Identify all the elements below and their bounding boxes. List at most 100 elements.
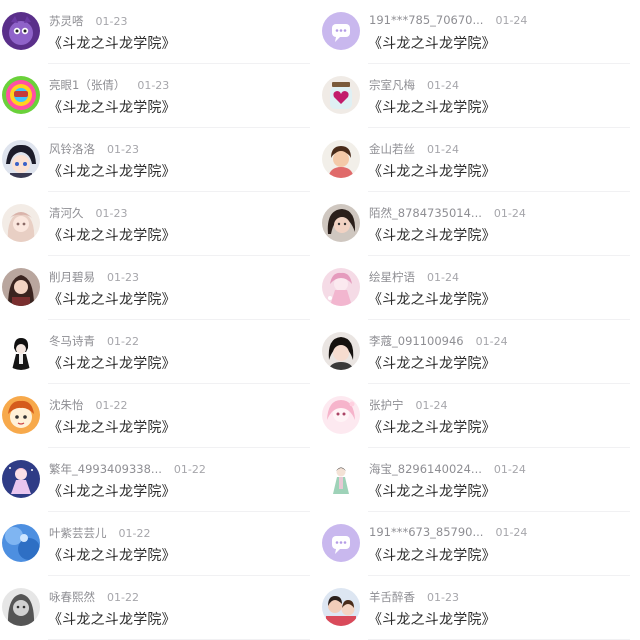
user-name-line: 削月碧易 01-23 (49, 269, 139, 285)
list-item[interactable]: 风铃洛洛 01-23 《斗龙之斗龙学院》 (0, 128, 320, 192)
comment-text: 《斗龙之斗龙学院》 (48, 36, 176, 52)
default-chat-avatar[interactable] (322, 12, 360, 50)
comment-date: 01-24 (415, 399, 448, 412)
list-item[interactable]: 李蔻_091100946 01-24 《斗龙之斗龙学院》 (320, 320, 640, 384)
comment-date: 01-23 (95, 207, 128, 220)
photo-avatar[interactable] (2, 588, 40, 626)
list-item[interactable]: 金山若丝 01-24 《斗龙之斗龙学院》 (320, 128, 640, 192)
photo-avatar[interactable] (322, 204, 360, 242)
comment-text: 《斗龙之斗龙学院》 (48, 612, 176, 628)
photo-avatar[interactable] (322, 332, 360, 370)
anime-avatar[interactable] (322, 268, 360, 306)
comment-date: 01-22 (95, 399, 128, 412)
user-name-line: 陌然_8784735014... 01-24 (369, 205, 526, 221)
cartoon-avatar[interactable] (2, 396, 40, 434)
user-name-line: 海宝_8296140024... 01-24 (369, 461, 526, 477)
comment-text: 《斗龙之斗龙学院》 (48, 420, 176, 436)
user-name-line: 李蔻_091100946 01-24 (369, 333, 508, 349)
user-name[interactable]: 苏灵嗒 (49, 14, 84, 28)
user-name[interactable]: 叶紫芸芸儿 (49, 526, 107, 540)
comment-list-left-column: 苏灵嗒 01-23 《斗龙之斗龙学院》 亮眼1（张倩） 01-23 《斗龙之斗龙学院》 风铃… (0, 0, 320, 640)
user-name-line: 亮眼1（张倩） 01-23 (49, 77, 169, 93)
anime-avatar[interactable] (2, 460, 40, 498)
comment-date: 01-22 (173, 463, 206, 476)
comment-date: 01-22 (118, 527, 151, 540)
user-name[interactable]: 191***785_70670... (369, 13, 483, 27)
comment-date: 01-23 (107, 271, 139, 284)
comment-date: 01-22 (107, 335, 139, 348)
comment-date: 01-24 (475, 335, 508, 348)
user-name[interactable]: 张护宁 (369, 398, 404, 412)
user-name-line: 苏灵嗒 01-23 (49, 13, 127, 29)
comment-text: 《斗龙之斗龙学院》 (368, 100, 496, 116)
anime-avatar[interactable] (2, 332, 40, 370)
list-item[interactable]: 咏春熙然 01-22 《斗龙之斗龙学院》 (0, 576, 320, 640)
user-name[interactable]: 削月碧易 (49, 270, 95, 284)
cartoon-avatar[interactable] (2, 12, 40, 50)
photo-avatar[interactable] (322, 588, 360, 626)
anime-avatar[interactable] (322, 396, 360, 434)
list-item[interactable]: 羊舌醉香 01-23 《斗龙之斗龙学院》 (320, 576, 640, 640)
comment-text: 《斗龙之斗龙学院》 (368, 420, 496, 436)
user-name-line: 风铃洛洛 01-23 (49, 141, 139, 157)
comment-date: 01-23 (107, 143, 139, 156)
comment-text: 《斗龙之斗龙学院》 (368, 356, 496, 372)
anime-avatar[interactable] (322, 460, 360, 498)
comment-date: 01-22 (107, 591, 139, 604)
user-name[interactable]: 冬马诗青 (49, 334, 95, 348)
comment-text: 《斗龙之斗龙学院》 (368, 164, 496, 180)
user-name-line: 羊舌醉香 01-23 (369, 589, 459, 605)
user-name[interactable]: 金山若丝 (369, 142, 415, 156)
anime-avatar[interactable] (2, 268, 40, 306)
list-item[interactable]: 繁年_4993409338... 01-22 《斗龙之斗龙学院》 (0, 448, 320, 512)
user-name[interactable]: 羊舌醉香 (369, 590, 415, 604)
comment-text: 《斗龙之斗龙学院》 (368, 228, 496, 244)
comment-date: 01-24 (427, 79, 459, 92)
user-name[interactable]: 绘星柠语 (369, 270, 415, 284)
user-name[interactable]: 李蔻_091100946 (369, 334, 464, 348)
list-item[interactable]: 海宝_8296140024... 01-24 《斗龙之斗龙学院》 (320, 448, 640, 512)
user-name[interactable]: 陌然_8784735014... (369, 206, 482, 220)
list-item[interactable]: 苏灵嗒 01-23 《斗龙之斗龙学院》 (0, 0, 320, 64)
default-chat-avatar[interactable] (322, 524, 360, 562)
comment-text: 《斗龙之斗龙学院》 (48, 228, 176, 244)
user-name[interactable]: 亮眼1（张倩） (49, 78, 125, 92)
list-item[interactable]: 191***673_85790... 01-24 《斗龙之斗龙学院》 (320, 512, 640, 576)
comment-text: 《斗龙之斗龙学院》 (48, 164, 176, 180)
list-item[interactable]: 清河久 01-23 《斗龙之斗龙学院》 (0, 192, 320, 256)
user-name[interactable]: 191***673_85790... (369, 525, 483, 539)
anime-avatar[interactable] (2, 204, 40, 242)
user-name[interactable]: 繁年_4993409338... (49, 462, 162, 476)
user-name[interactable]: 咏春熙然 (49, 590, 95, 604)
toy-avatar[interactable] (2, 76, 40, 114)
comment-date: 01-24 (427, 271, 459, 284)
comment-text: 《斗龙之斗龙学院》 (48, 292, 176, 308)
comment-text: 《斗龙之斗龙学院》 (48, 356, 176, 372)
sky-avatar[interactable] (2, 524, 40, 562)
heart-jar-avatar[interactable] (322, 76, 360, 114)
comment-date: 01-24 (427, 143, 459, 156)
list-item[interactable]: 张护宁 01-24 《斗龙之斗龙学院》 (320, 384, 640, 448)
user-name[interactable]: 沈朱怡 (49, 398, 84, 412)
comment-date: 01-24 (493, 463, 526, 476)
comment-list-right-column: 191***785_70670... 01-24 《斗龙之斗龙学院》 宗室凡梅 01-2… (320, 0, 640, 640)
list-item[interactable]: 亮眼1（张倩） 01-23 《斗龙之斗龙学院》 (0, 64, 320, 128)
user-name[interactable]: 清河久 (49, 206, 84, 220)
list-item[interactable]: 叶紫芸芸儿 01-22 《斗龙之斗龙学院》 (0, 512, 320, 576)
user-name-line: 繁年_4993409338... 01-22 (49, 461, 206, 477)
anime-avatar[interactable] (2, 140, 40, 178)
user-name[interactable]: 风铃洛洛 (49, 142, 95, 156)
user-name[interactable]: 海宝_8296140024... (369, 462, 482, 476)
comment-text: 《斗龙之斗龙学院》 (368, 484, 496, 500)
photo-avatar[interactable] (322, 140, 360, 178)
list-item[interactable]: 宗室凡梅 01-24 《斗龙之斗龙学院》 (320, 64, 640, 128)
list-item[interactable]: 191***785_70670... 01-24 《斗龙之斗龙学院》 (320, 0, 640, 64)
list-item[interactable]: 绘星柠语 01-24 《斗龙之斗龙学院》 (320, 256, 640, 320)
user-name-line: 沈朱怡 01-22 (49, 397, 127, 413)
user-name[interactable]: 宗室凡梅 (369, 78, 415, 92)
list-item[interactable]: 冬马诗青 01-22 《斗龙之斗龙学院》 (0, 320, 320, 384)
list-item[interactable]: 削月碧易 01-23 《斗龙之斗龙学院》 (0, 256, 320, 320)
user-name-line: 191***673_85790... 01-24 (369, 525, 527, 539)
list-item[interactable]: 沈朱怡 01-22 《斗龙之斗龙学院》 (0, 384, 320, 448)
list-item[interactable]: 陌然_8784735014... 01-24 《斗龙之斗龙学院》 (320, 192, 640, 256)
